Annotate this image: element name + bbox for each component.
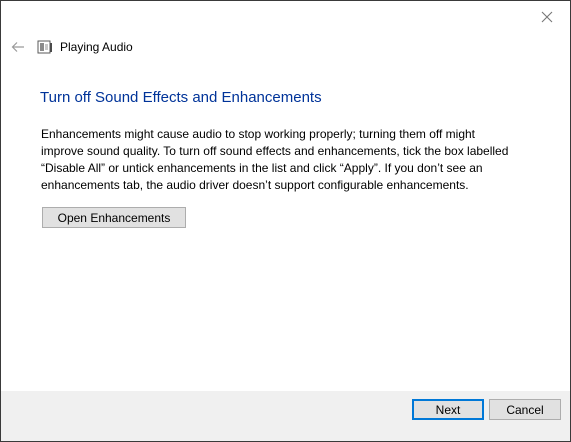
- footer-bar: Next Cancel: [1, 391, 570, 441]
- window-title: Playing Audio: [60, 40, 133, 54]
- speaker-troubleshoot-icon: [37, 39, 53, 55]
- description-line: improve sound quality. To turn off sound…: [41, 144, 509, 158]
- description-line: Enhancements might cause audio to stop w…: [41, 127, 476, 141]
- close-button[interactable]: [524, 1, 570, 33]
- back-button[interactable]: [7, 37, 29, 57]
- troubleshooter-window: Playing Audio Turn off Sound Effects and…: [0, 0, 571, 442]
- back-arrow-icon: [11, 42, 24, 52]
- open-enhancements-button[interactable]: Open Enhancements: [42, 207, 186, 228]
- cancel-button[interactable]: Cancel: [489, 399, 561, 420]
- description-text: Enhancements might cause audio to stop w…: [41, 126, 531, 194]
- description-line: “Disable All” or untick enhancements in …: [41, 161, 483, 175]
- description-line: enhancements tab, the audio driver doesn…: [41, 178, 469, 192]
- close-icon: [541, 11, 553, 23]
- next-button[interactable]: Next: [412, 399, 484, 420]
- window-header: Playing Audio: [37, 39, 133, 55]
- page-heading: Turn off Sound Effects and Enhancements: [40, 89, 322, 106]
